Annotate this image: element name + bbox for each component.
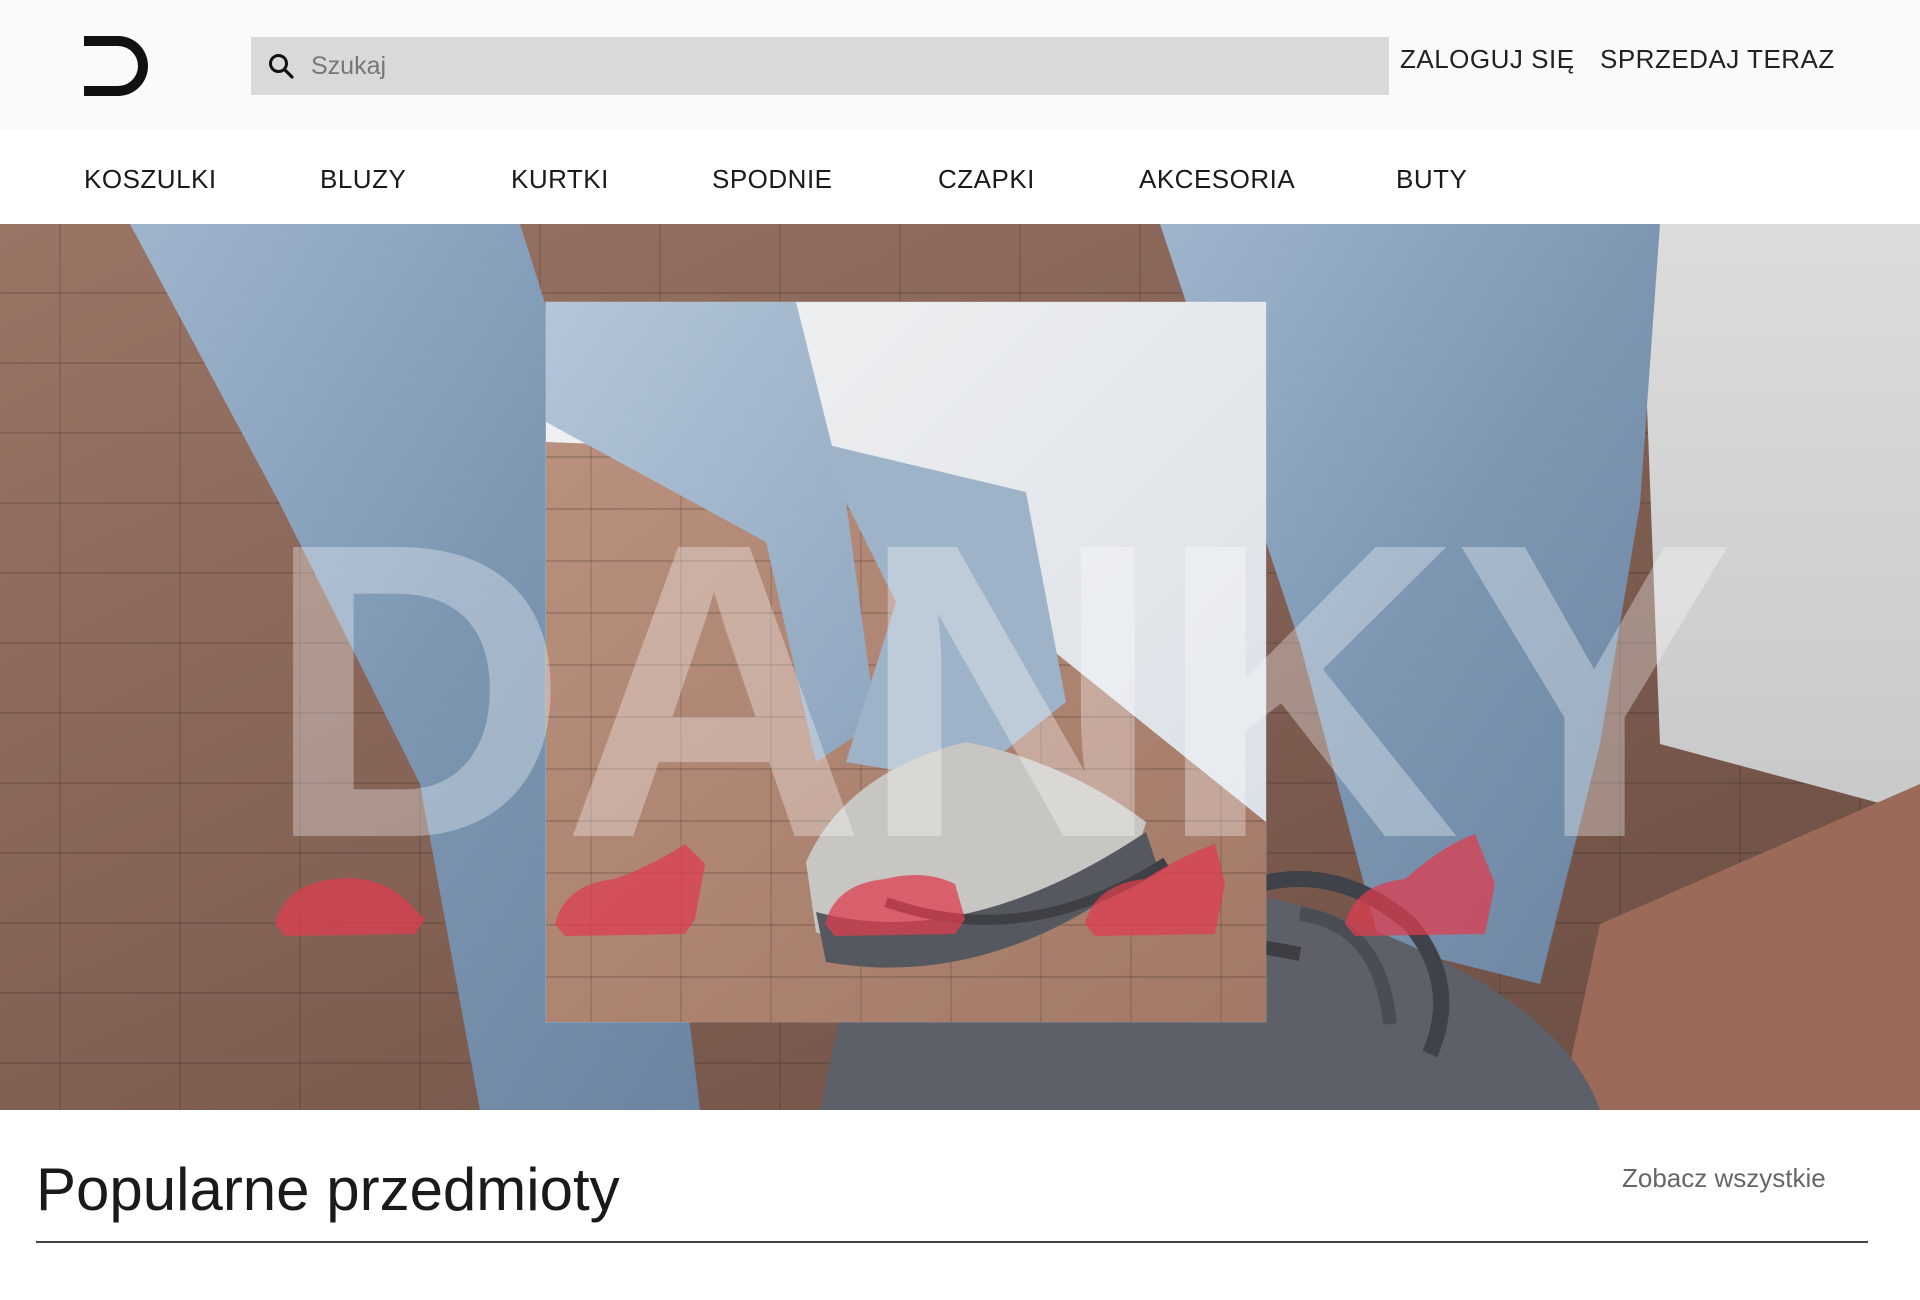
category-buty[interactable]: BUTY (1396, 164, 1467, 195)
search-icon (269, 54, 294, 79)
hero-banner[interactable]: DANKY (0, 224, 1920, 1110)
category-kurtki[interactable]: KURTKI (511, 164, 609, 195)
category-koszulki[interactable]: KOSZULKI (84, 164, 217, 195)
section-divider (36, 1241, 1868, 1243)
d-logo-icon[interactable] (80, 28, 156, 104)
category-nav: KOSZULKI BLUZY KURTKI SPODNIE CZAPKI AKC… (0, 130, 1920, 224)
category-bluzy[interactable]: BLUZY (320, 164, 406, 195)
login-link[interactable]: ZALOGUJ SIĘ (1400, 44, 1575, 75)
hero-brand-text: DANKY (265, 457, 1734, 926)
category-czapki[interactable]: CZAPKI (938, 164, 1035, 195)
sell-now-link[interactable]: SPRZEDAJ TERAZ (1600, 44, 1835, 75)
search-input[interactable] (309, 37, 1389, 95)
category-spodnie[interactable]: SPODNIE (712, 164, 833, 195)
search-bar[interactable] (251, 37, 1389, 95)
category-akcesoria[interactable]: AKCESORIA (1139, 164, 1295, 195)
popular-items-title: Popularne przedmioty (36, 1156, 620, 1223)
see-all-link[interactable]: Zobacz wszystkie (1622, 1163, 1826, 1194)
top-header: ZALOGUJ SIĘ SPRZEDAJ TERAZ (0, 0, 1920, 130)
